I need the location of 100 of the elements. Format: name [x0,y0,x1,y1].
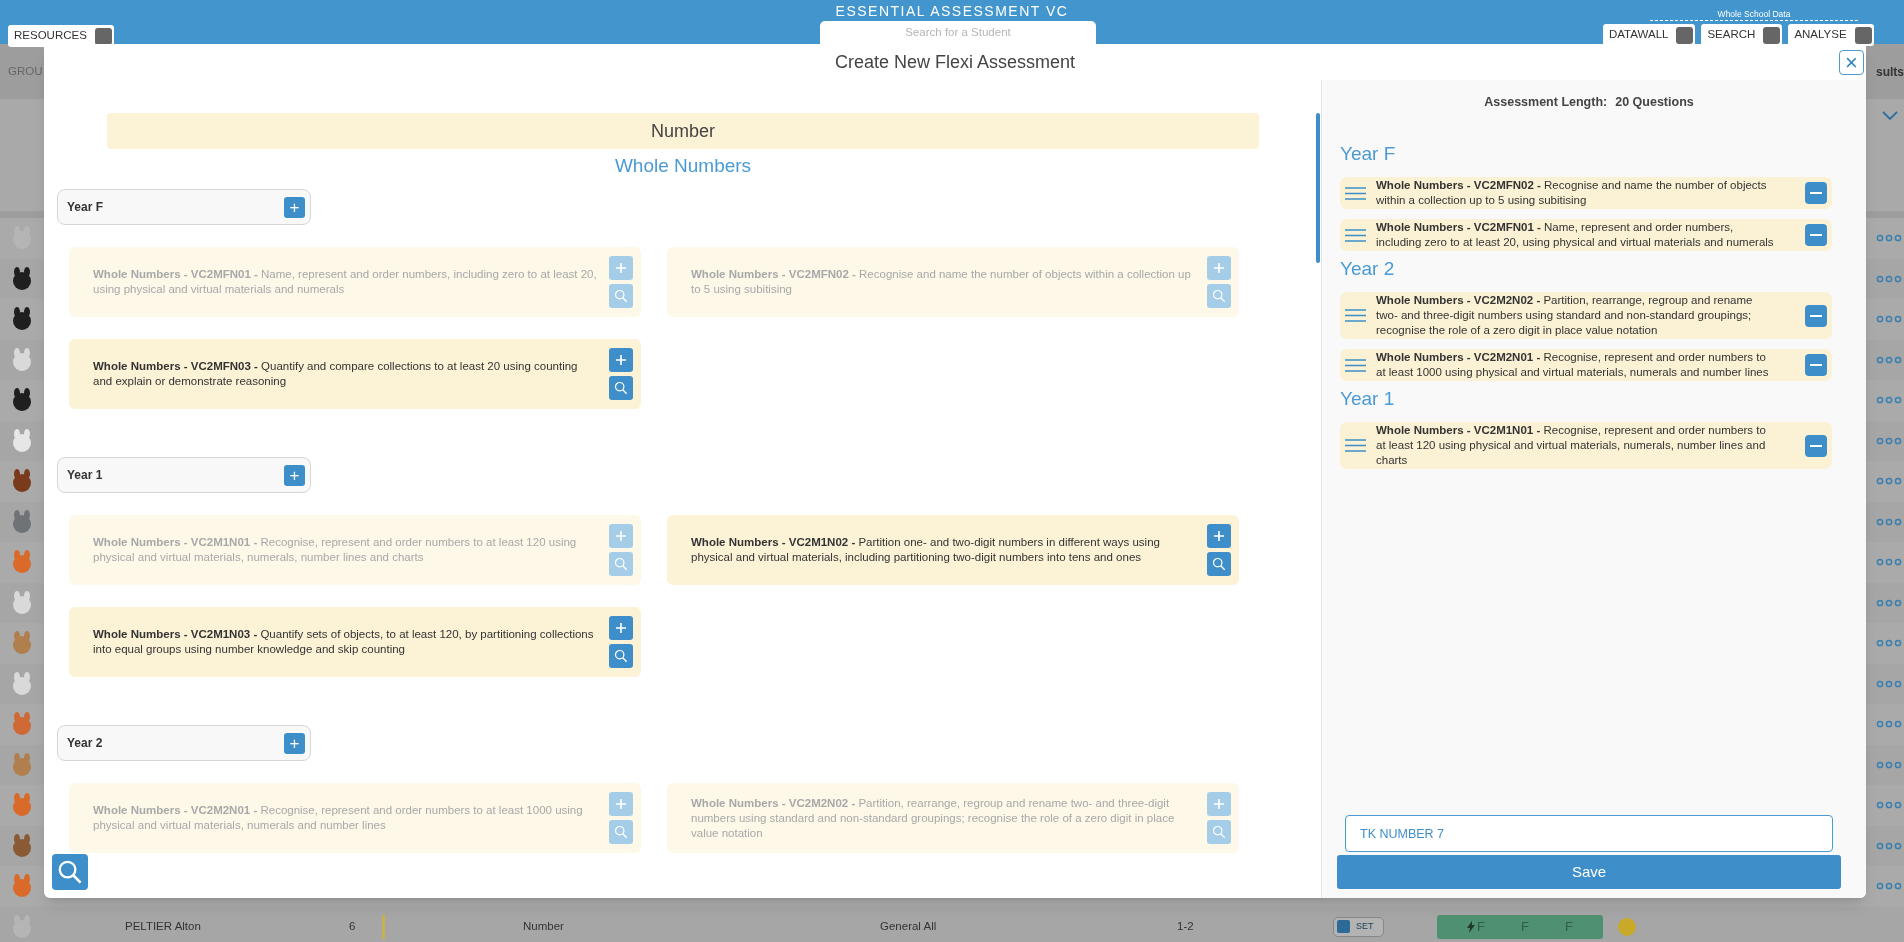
drag-handle-icon[interactable] [1345,439,1366,452]
search-button[interactable] [52,854,88,890]
minus-icon [1810,234,1822,236]
preview-button[interactable] [609,820,633,844]
nav-button[interactable]: SEARCH [1701,24,1783,46]
more-icon[interactable] [1876,355,1902,364]
more-icon[interactable] [1876,436,1902,445]
outcome-text: Whole Numbers - VC2M1N03 - Quantify sets of objects, to at least 120, by partitioning collections into equal groups using number knowledge and skip counting [93,627,595,657]
selected-outcome[interactable]: Whole Numbers - VC2M1N01 - Recognise, represent and order numbers to at least 120 using physical and virtual materials, numerals, number lines and charts [1340,422,1832,469]
drag-handle-icon[interactable] [1345,186,1366,200]
add-button[interactable] [609,524,633,548]
save-button[interactable]: Save [1337,855,1841,889]
year-heading: Year 1 [1340,386,1395,411]
add-button[interactable] [1207,256,1231,280]
minus-icon [1810,314,1822,317]
drag-handle-icon[interactable] [1345,309,1366,322]
search-icon [614,825,628,839]
section-label: Whole School Data [1717,9,1791,19]
remove-button[interactable] [1805,304,1827,327]
remove-button[interactable] [1805,434,1827,457]
student-search-field[interactable]: Search for a Student [820,23,1096,42]
selected-outcome[interactable]: Whole Numbers - VC2M2N01 - Recognise, represent and order numbers to at least 1000 using physical and virtual materials, numerals and number lines [1340,349,1832,381]
plus-icon [615,530,627,542]
minus-icon [1810,364,1822,366]
preview-button[interactable] [609,644,633,668]
search-icon [614,649,628,663]
preview-button[interactable] [609,552,633,576]
more-icon[interactable] [1876,396,1902,405]
more-icon[interactable] [1876,315,1902,324]
plus-icon [1213,262,1225,274]
search-icon [614,289,628,303]
more-icon[interactable] [1876,517,1902,526]
assessment-name-field[interactable]: TK NUMBER 7 [1345,815,1833,852]
drag-handle-icon[interactable] [1345,358,1366,372]
student-name: PELTIER Alton [125,919,201,935]
drag-handle-icon[interactable] [1345,228,1366,242]
lightning-icon [1467,920,1475,933]
search-icon [614,557,628,571]
selected-outcome[interactable]: Whole Numbers - VC2MFN02 - Recognise and name the number of objects within a collection up to 5 using subitising [1340,177,1832,209]
add-button[interactable] [609,792,633,816]
more-icon[interactable] [1876,234,1902,243]
plus-icon [615,798,627,810]
search-icon [1212,557,1226,571]
outcome-text: Whole Numbers - VC2MFN02 - Recognise and name the number of objects within a collection up to 5 using subitising [1376,178,1768,208]
remove-button[interactable] [1805,224,1827,246]
add-year-button[interactable]: + [284,732,305,754]
chevron-down-icon[interactable] [1882,111,1898,121]
preview-button[interactable] [1207,284,1231,308]
preview-button[interactable] [1207,552,1231,576]
scrollbar-thumb[interactable] [1316,113,1320,263]
outcome-text: Whole Numbers - VC2M1N01 - Recognise, represent and order numbers to at least 120 using physical and virtual materials, numerals, number lines and charts [1376,423,1767,468]
outcome-text: Whole Numbers - VC2MFN03 - Quantify and compare collections to at least 20 using counting and explain or demonstrate reasoning [93,359,579,389]
year-label: Year 2 [67,735,103,752]
topic-heading: Whole Numbers [614,153,752,178]
more-icon[interactable] [1876,760,1902,769]
more-icon[interactable] [1876,477,1902,486]
column-header: sults [1876,63,1904,81]
strand-title: Number [651,119,715,143]
add-button[interactable] [609,348,633,372]
more-icon[interactable] [1876,841,1902,850]
more-icon[interactable] [1876,882,1902,891]
plus-icon [1213,798,1225,810]
selected-outcome[interactable]: Whole Numbers - VC2M2N02 - Partition, rearrange, regroup and rename two- and three-digit numbers using standard and non-standard groupings; recognise the role of a zero digit in place value notation [1340,292,1832,339]
more-icon[interactable] [1876,720,1902,729]
more-icon[interactable] [1876,639,1902,648]
preview-button[interactable] [609,284,633,308]
plus-icon [615,354,627,366]
add-year-button[interactable]: + [284,464,305,486]
add-button[interactable] [1207,792,1231,816]
more-icon[interactable] [1876,598,1902,607]
level-cell-text: 1-2 [1177,919,1194,935]
more-icon[interactable] [1876,274,1902,283]
selected-outcome[interactable]: Whole Numbers - VC2MFN01 - Name, represent and order numbers, including zero to at least 20, using physical and virtual materials and numerals [1340,219,1832,251]
outcome-text: Whole Numbers - VC2MFN01 - Name, represent and order numbers, including zero to at least 20, using physical and virtual materials and numerals [1376,220,1775,250]
more-icon[interactable] [1876,558,1902,567]
add-button[interactable] [1207,524,1231,548]
more-icon[interactable] [1876,801,1902,810]
outcome-text: Whole Numbers - VC2M2N02 - Partition, rearrange, regroup and rename two- and three-digit numbers using standard and non-standard groupings; recognise the role of a zero digit in place value notation [691,795,1176,841]
modal-title: Create New Flexi Assessment [834,50,1076,74]
set-toggle[interactable]: SET [1333,916,1384,937]
outcome-text: Whole Numbers - VC2M2N01 - Recognise, represent and order numbers to at least 1000 using physical and virtual materials, numerals and number lines [93,803,584,833]
preview-button[interactable] [1207,820,1231,844]
add-button[interactable] [609,616,633,640]
search-icon [57,859,83,885]
remove-button[interactable] [1805,354,1827,376]
more-icon[interactable] [1876,679,1902,688]
search-icon [1212,289,1226,303]
outcome-text: Whole Numbers - VC2MFN02 - Recognise and name the number of objects within a collection up to 5 using subitising [691,267,1192,297]
outcome-text: Whole Numbers - VC2M1N02 - Partition one- and two-digit numbers in different ways using physical and virtual materials, including partitioning two-digit numbers into tens and ones [691,535,1161,565]
add-button[interactable] [609,256,633,280]
add-year-button[interactable]: + [284,196,305,218]
nav-button[interactable]: ANALYSE [1788,24,1874,46]
remove-button[interactable] [1805,182,1827,204]
preview-button[interactable] [609,376,633,400]
length-label: Assessment Length: [1484,93,1608,111]
strand-cell-text: Number [523,919,564,935]
nav-button[interactable]: DATAWALL [1603,24,1696,46]
length-value: 20 Questions [1615,93,1694,111]
close-button[interactable]: × [1839,50,1864,75]
search-icon [1212,825,1226,839]
